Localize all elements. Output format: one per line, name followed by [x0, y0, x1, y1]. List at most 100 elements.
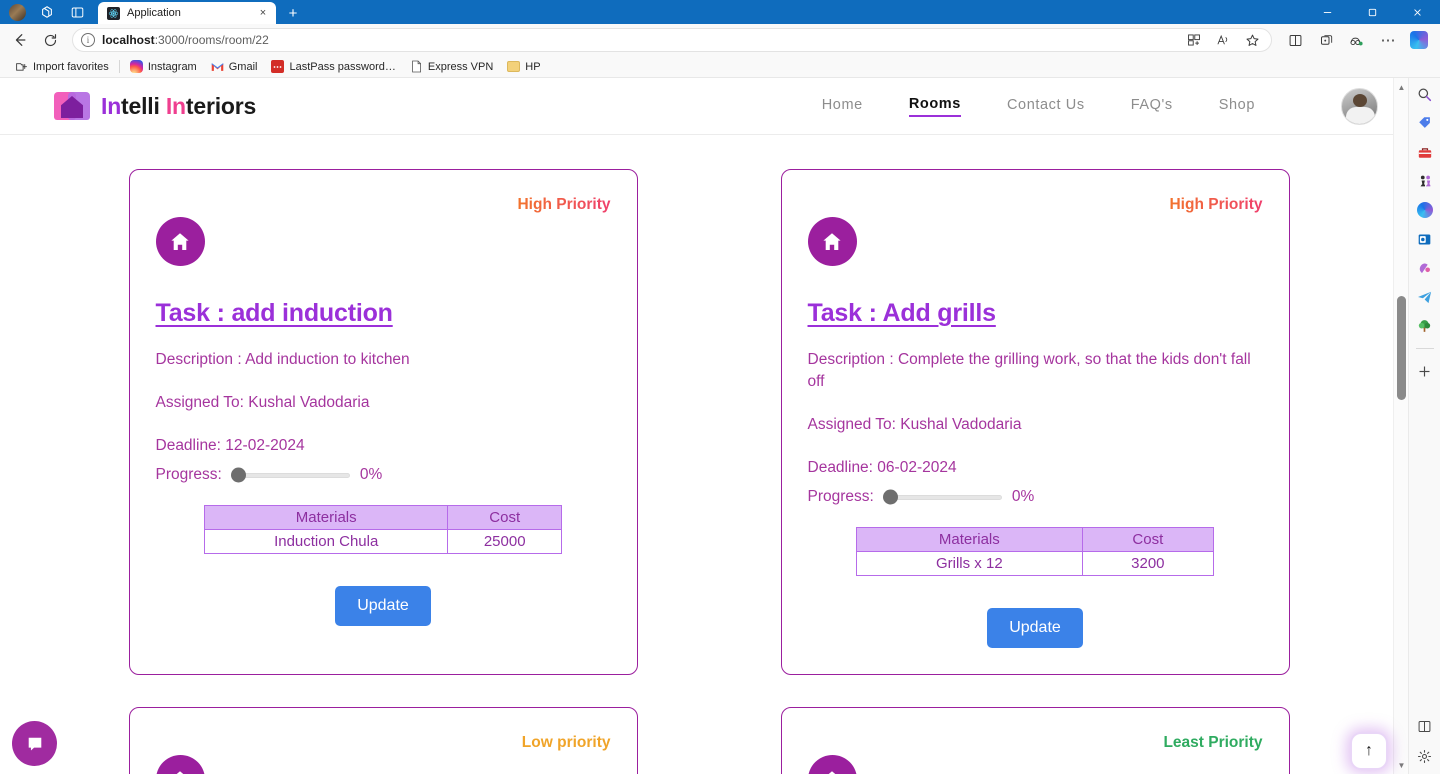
cell-cost: 25000 — [447, 529, 562, 554]
table-header-row: Materials Cost — [203, 505, 562, 530]
settings-icon[interactable] — [1415, 746, 1435, 766]
nav-item-home[interactable]: Home — [822, 97, 863, 116]
split-screen-icon[interactable] — [1280, 27, 1310, 53]
bookmarks-bar: Import favorites Instagram Gmail LastPas… — [0, 56, 1440, 78]
tab-actions-icon[interactable] — [62, 0, 92, 24]
progress-slider[interactable] — [882, 489, 1002, 505]
copilot-icon[interactable] — [1404, 27, 1434, 53]
web-page: Intelli Interiors Home Rooms Contact Us … — [0, 78, 1408, 774]
priority-badge: High Priority — [1169, 196, 1263, 213]
brand-part-3: In — [165, 92, 186, 119]
task-grid: High Priority Task : add induction Descr… — [0, 169, 1408, 774]
house-logo-icon — [54, 90, 90, 122]
close-tab-icon[interactable]: × — [256, 6, 270, 20]
progress-label: Progress: — [155, 466, 222, 483]
tree-icon[interactable] — [1415, 316, 1435, 336]
more-options-icon[interactable]: ⋯ — [1373, 27, 1403, 53]
bookmark-label: HP — [525, 60, 541, 73]
site-info-icon[interactable]: i — [81, 33, 95, 47]
tag-icon[interactable] — [1415, 113, 1435, 133]
favorite-icon[interactable] — [1241, 30, 1263, 50]
chat-bubble-icon — [28, 737, 41, 750]
bookmark-hp[interactable]: HP — [500, 58, 547, 75]
page-scrollbar[interactable]: ▲ ▼ — [1393, 78, 1408, 774]
chat-button[interactable] — [12, 721, 57, 766]
priority-badge: High Priority — [517, 196, 611, 213]
scroll-up-arrow[interactable]: ▲ — [1394, 80, 1408, 94]
bookmark-label: Express VPN — [427, 60, 494, 73]
bookmark-gmail[interactable]: Gmail — [204, 58, 265, 75]
site-navigation: Home Rooms Contact Us FAQ's Shop — [822, 87, 1378, 125]
address-bar[interactable]: i localhost:3000/rooms/room/22 — [72, 28, 1272, 52]
outlook-icon[interactable] — [1415, 229, 1435, 249]
task-card: High Priority Task : add induction Descr… — [128, 169, 638, 675]
sidebar-bottom — [1415, 716, 1435, 774]
nav-item-shop[interactable]: Shop — [1219, 97, 1255, 116]
progress-value: 0% — [359, 466, 383, 483]
add-icon[interactable] — [1415, 361, 1435, 381]
bookmark-express-vpn[interactable]: Express VPN — [403, 58, 500, 75]
materials-table: Materials Cost Grills x 12 3200 — [856, 527, 1215, 576]
scrollbar-thumb[interactable] — [1397, 296, 1406, 400]
read-aloud-icon[interactable] — [1212, 30, 1234, 50]
chess-icon[interactable] — [1415, 171, 1435, 191]
brand-part-2: telli — [121, 92, 166, 119]
close-window-button[interactable] — [1395, 0, 1440, 24]
toolbox-icon[interactable] — [1415, 142, 1435, 162]
column-header-materials: Materials — [856, 527, 1083, 552]
scroll-down-arrow[interactable]: ▼ — [1394, 758, 1408, 772]
bookmark-lastpass[interactable]: LastPass password… — [264, 58, 402, 75]
bookmark-instagram[interactable]: Instagram — [123, 58, 204, 75]
task-card: High Priority Task : Add grills Descript… — [780, 169, 1290, 675]
split-icon[interactable] — [1415, 716, 1435, 736]
brand-logo[interactable]: Intelli Interiors — [54, 90, 256, 122]
table-row: Induction Chula 25000 — [203, 529, 562, 554]
task-card: Least Priority — [780, 707, 1290, 774]
profile-avatar-icon[interactable] — [2, 0, 32, 24]
progress-slider[interactable] — [230, 467, 350, 483]
table-header-row: Materials Cost — [856, 527, 1215, 552]
extensions-icon[interactable] — [1342, 27, 1372, 53]
browser-viewport: Intelli Interiors Home Rooms Contact Us … — [0, 78, 1440, 774]
minimize-button[interactable] — [1305, 0, 1350, 24]
task-title[interactable]: Task : Add grills — [808, 299, 1263, 328]
task-deadline: Deadline: 12-02-2024 — [155, 437, 305, 454]
home-icon — [807, 217, 857, 266]
materials-table: Materials Cost Induction Chula 25000 — [203, 505, 562, 554]
games-icon[interactable] — [1415, 258, 1435, 278]
telegram-icon[interactable] — [1415, 287, 1435, 307]
copilot-icon[interactable] — [1415, 200, 1435, 220]
search-icon[interactable] — [1415, 84, 1435, 104]
new-tab-button[interactable]: + — [280, 2, 306, 24]
progress-row: Progress: 0% — [156, 466, 611, 484]
browser-tab[interactable]: Application × — [98, 2, 276, 24]
brand-name: Intelli Interiors — [101, 93, 256, 120]
reload-button[interactable] — [36, 27, 64, 53]
collections-icon[interactable] — [1183, 30, 1205, 50]
scroll-to-top-button[interactable]: ↑ — [1352, 734, 1386, 768]
nav-item-contact-us[interactable]: Contact Us — [1007, 97, 1085, 116]
lastpass-icon — [271, 60, 285, 73]
browser-essentials-icon[interactable] — [1311, 27, 1341, 53]
slider-thumb[interactable] — [882, 489, 898, 505]
nav-item-faqs[interactable]: FAQ's — [1131, 97, 1173, 116]
column-header-cost: Cost — [1081, 527, 1215, 552]
nav-item-rooms[interactable]: Rooms — [908, 96, 961, 117]
priority-badge: Low priority — [521, 734, 611, 751]
bookmark-divider — [118, 60, 120, 73]
avatar[interactable] — [1341, 87, 1378, 125]
home-icon — [807, 755, 857, 774]
update-button[interactable]: Update — [335, 586, 431, 626]
update-button[interactable]: Update — [987, 608, 1083, 648]
slider-thumb[interactable] — [230, 467, 246, 483]
task-description: Description : Add induction to kitchen — [155, 351, 410, 368]
workspaces-icon[interactable] — [32, 0, 62, 24]
task-title[interactable]: Task : add induction — [156, 299, 611, 328]
back-button[interactable] — [6, 27, 34, 53]
maximize-button[interactable] — [1350, 0, 1395, 24]
task-description: Description : Complete the grilling work… — [807, 351, 1251, 390]
column-header-cost: Cost — [447, 505, 562, 530]
progress-value: 0% — [1011, 488, 1035, 505]
table-row: Grills x 12 3200 — [856, 551, 1215, 576]
bookmark-import-favorites[interactable]: Import favorites — [8, 58, 116, 75]
